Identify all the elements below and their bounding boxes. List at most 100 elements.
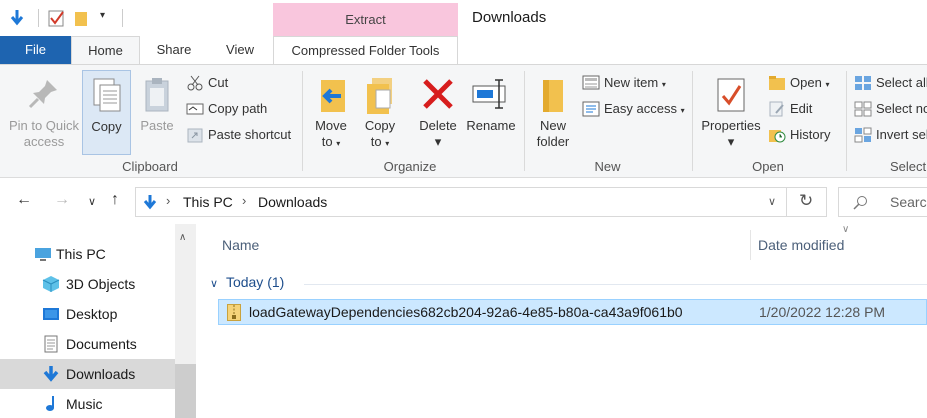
- paste-button[interactable]: Paste: [135, 70, 179, 155]
- downloads-location-icon: [143, 195, 157, 210]
- rename-button[interactable]: Rename: [464, 70, 518, 155]
- nav-scrollbar-thumb[interactable]: [175, 364, 196, 418]
- forward-arrow-icon[interactable]: →: [54, 191, 70, 209]
- properties-button[interactable]: Properties ▾: [698, 70, 764, 155]
- desktop-icon: [43, 308, 59, 320]
- column-header-date-modified[interactable]: Date modified: [758, 237, 844, 253]
- rename-icon: [472, 79, 506, 109]
- new-folder-button[interactable]: New folder: [530, 70, 576, 155]
- delete-label: Delete: [419, 118, 457, 133]
- copy-to-label-1: Copy: [364, 118, 396, 133]
- window-title: Downloads: [472, 9, 547, 26]
- column-separator[interactable]: [750, 230, 751, 260]
- group-label-organize: Organize: [383, 159, 437, 174]
- new-item-label: New item ▾: [604, 75, 666, 90]
- address-bar[interactable]: › This PC › Downloads ∨: [135, 187, 787, 217]
- group-header-label: Today (1): [225, 274, 285, 290]
- pin-icon: [28, 80, 57, 109]
- new-folder-label-1: New: [539, 118, 566, 133]
- search-box[interactable]: Searc: [838, 187, 927, 217]
- tab-home[interactable]: Home: [71, 36, 140, 65]
- breadcrumb-separator-icon[interactable]: ›: [166, 193, 170, 208]
- breadcrumb-separator-icon[interactable]: ›: [242, 193, 246, 208]
- new-item-icon: [582, 75, 600, 90]
- tab-view[interactable]: View: [210, 36, 270, 64]
- recent-locations-chevron-icon[interactable]: ∨: [88, 195, 96, 208]
- nav-item-downloads[interactable]: Downloads: [0, 359, 175, 389]
- sort-indicator-icon: ∨: [842, 224, 850, 235]
- contextual-tab-header: Extract: [273, 3, 458, 36]
- group-label-select: Select: [890, 159, 927, 174]
- nav-item-label: Music: [66, 396, 103, 412]
- group-divider: [304, 284, 927, 285]
- move-to-label-1: Move: [315, 118, 347, 133]
- history-icon: [769, 130, 786, 143]
- copy-icon: [93, 78, 120, 112]
- music-icon: [46, 396, 54, 411]
- breadcrumb-this-pc[interactable]: This PC: [183, 194, 233, 210]
- delete-button[interactable]: Delete ▾: [414, 70, 462, 155]
- tab-file[interactable]: File: [0, 36, 71, 64]
- nav-item-label: Desktop: [66, 306, 118, 322]
- up-arrow-icon[interactable]: ↑: [111, 191, 119, 209]
- properties-qat-icon[interactable]: [8, 8, 26, 28]
- nav-item-3d-objects[interactable]: 3D Objects: [0, 269, 175, 299]
- properties-label: Properties: [701, 118, 761, 133]
- computer-icon: [35, 248, 51, 261]
- select-none-icon: [854, 101, 872, 117]
- open-folder-icon: [769, 76, 785, 90]
- nav-item-documents[interactable]: Documents: [0, 329, 175, 359]
- pin-to-quick-access-button[interactable]: Pin to Quick access: [4, 70, 84, 155]
- refresh-button[interactable]: ↻: [787, 187, 827, 217]
- qat-separator: [122, 9, 123, 27]
- zip-folder-icon: [227, 304, 241, 321]
- scroll-up-arrow-icon[interactable]: ∧: [179, 232, 186, 243]
- new-folder-icon: [543, 80, 563, 112]
- customize-qat-dropdown-icon[interactable]: ▾: [100, 10, 105, 21]
- nav-item-desktop[interactable]: Desktop: [0, 299, 175, 329]
- move-to-label-2: to ▾: [321, 134, 341, 149]
- tab-compressed-folder-tools[interactable]: Compressed Folder Tools: [273, 36, 458, 65]
- history-label: History: [790, 127, 831, 142]
- tab-share[interactable]: Share: [145, 36, 203, 64]
- cube-icon: [42, 276, 60, 292]
- copy-to-label-2: to ▾: [370, 134, 390, 149]
- select-all-label: Select all: [876, 75, 927, 90]
- copy-to-icon: [367, 78, 392, 114]
- file-row[interactable]: loadGatewayDependencies682cb204-92a6-4e8…: [218, 299, 927, 325]
- move-to-button[interactable]: Move to ▾: [308, 70, 354, 155]
- search-icon: [853, 196, 867, 210]
- move-to-icon: [321, 80, 345, 112]
- delete-x-icon: [423, 79, 453, 109]
- column-header-name[interactable]: Name: [222, 237, 259, 253]
- cut-label: Cut: [208, 75, 229, 90]
- copy-label: Copy: [91, 119, 122, 134]
- nav-item-label: 3D Objects: [66, 276, 136, 292]
- rename-label: Rename: [466, 118, 516, 133]
- navigation-pane: This PC 3D Objects Desktop Documents Dow…: [0, 224, 196, 418]
- group-collapse-chevron-icon[interactable]: ∨: [210, 278, 218, 290]
- copy-button[interactable]: Copy: [82, 70, 131, 155]
- search-placeholder: Searc: [890, 194, 927, 210]
- copy-to-button[interactable]: Copy to ▾: [357, 70, 403, 155]
- group-header-today[interactable]: ∨ Today (1): [210, 274, 284, 290]
- refresh-icon: ↻: [799, 191, 814, 210]
- nav-item-music[interactable]: Music: [0, 389, 175, 418]
- group-separator: [302, 71, 303, 171]
- group-separator: [846, 71, 847, 171]
- properties-dropdown-icon: ▾: [727, 134, 735, 149]
- back-arrow-icon[interactable]: ←: [16, 191, 32, 209]
- nav-item-label: This PC: [56, 246, 106, 262]
- copy-path-label: Copy path: [208, 101, 268, 116]
- nav-item-this-pc[interactable]: This PC: [0, 239, 175, 269]
- address-dropdown-icon[interactable]: ∨: [768, 195, 776, 208]
- group-label-clipboard: Clipboard: [122, 159, 178, 174]
- nav-item-label: Documents: [66, 336, 137, 352]
- paste-shortcut-label: Paste shortcut: [208, 127, 292, 142]
- breadcrumb-downloads[interactable]: Downloads: [258, 194, 327, 210]
- copy-path-icon: [186, 103, 204, 115]
- checkmark-icon[interactable]: [48, 8, 66, 28]
- paste-label: Paste: [140, 118, 174, 133]
- new-folder-qat-icon[interactable]: [73, 8, 91, 28]
- group-separator: [524, 71, 525, 171]
